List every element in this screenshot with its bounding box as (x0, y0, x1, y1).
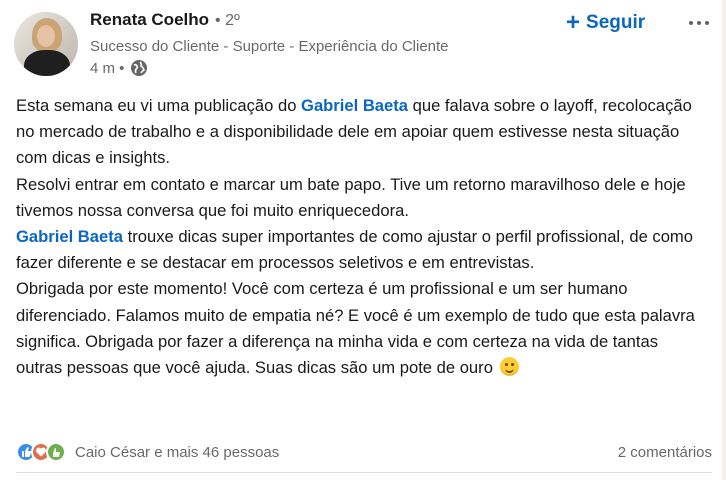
divider (16, 472, 712, 473)
author-meta: Renata Coelho • 2º Sucesso do Cliente - … (90, 10, 449, 77)
author-avatar[interactable] (14, 12, 78, 76)
post-text-segment: Esta semana eu vi uma publicação do (16, 96, 302, 115)
reactions-summary[interactable]: Caio César e mais 46 pessoas (16, 442, 279, 462)
author-name-row: Renata Coelho • 2º (90, 10, 449, 36)
follow-label: Seguir (586, 12, 646, 33)
post-paragraph-3: Gabriel Baeta trouxe dicas super importa… (16, 224, 706, 276)
mention-link[interactable]: Gabriel Baeta (301, 96, 408, 115)
social-counts-bar: Caio César e mais 46 pessoas 2 comentári… (16, 440, 712, 464)
post-header: Renata Coelho • 2º Sucesso do Cliente - … (14, 10, 714, 84)
more-options-button[interactable] (682, 12, 716, 34)
avatar-face (37, 25, 55, 47)
post-body: Esta semana eu vi uma publicação do Gabr… (16, 93, 706, 381)
mention-link[interactable]: Gabriel Baeta (16, 227, 123, 246)
more-dots-icon (705, 21, 709, 25)
post-paragraph-4: Obrigada por este momento! Você com cert… (16, 276, 706, 381)
globe-icon (130, 59, 148, 77)
post-paragraph-1: Esta semana eu vi uma publicação do Gabr… (16, 93, 706, 172)
author-name[interactable]: Renata Coelho (90, 10, 209, 30)
reactors-count[interactable]: Caio César e mais 46 pessoas (75, 444, 279, 461)
follow-button[interactable]: + Seguir (566, 10, 645, 36)
avatar-body (24, 50, 70, 76)
post-paragraph-2: Resolvi entrar em contato e marcar um ba… (16, 174, 686, 220)
post-time-row: 4 m • (90, 59, 449, 77)
more-dots-icon (689, 21, 693, 25)
feed-background-edge (722, 0, 726, 480)
connection-degree: • 2º (215, 12, 240, 29)
plus-icon: + (566, 9, 581, 36)
post-text-segment: Obrigada por este momento! Você com cert… (16, 279, 695, 378)
more-dots-icon (697, 21, 701, 25)
comments-count[interactable]: 2 comentários (618, 444, 712, 461)
author-headline: Sucesso do Cliente - Suporte - Experiênc… (90, 38, 449, 55)
support-icon (46, 442, 66, 462)
reaction-icons (16, 442, 66, 462)
smiling-face-emoji (499, 357, 519, 377)
post-time: 4 m • (90, 59, 125, 77)
